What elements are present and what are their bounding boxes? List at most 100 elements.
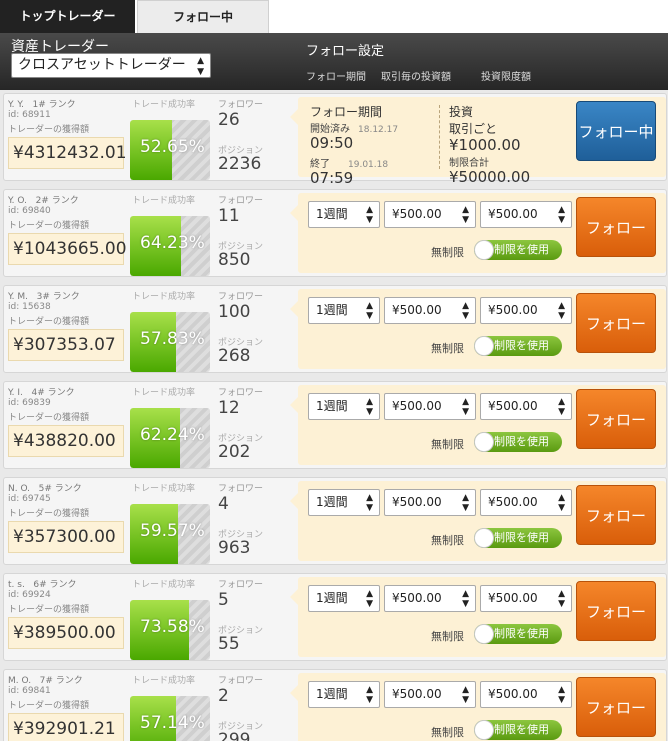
toggle-knob bbox=[474, 240, 494, 260]
earned-amount: ¥1043665.00 bbox=[8, 233, 127, 265]
trader-name: Y. O. bbox=[8, 196, 27, 206]
trader-id: id: 15638 bbox=[8, 302, 51, 312]
period-value: 1週間 bbox=[316, 495, 348, 509]
start-date: 18.12.17 bbox=[358, 125, 399, 135]
follow-settings-panel: 1週間 ▲ ▼ ¥500.00 ▲ ▼ ¥500.00 ▲ ▼ 無制限 制限を使用 フ… bbox=[290, 673, 666, 741]
following-button[interactable]: フォロー中 bbox=[576, 101, 656, 161]
trader-id: id: 69745 bbox=[8, 494, 51, 504]
col-header-limit: 投資限度額 bbox=[481, 72, 531, 83]
period-select[interactable]: 1週間 ▲ ▼ bbox=[308, 489, 380, 516]
amount-value: ¥500.00 bbox=[392, 495, 442, 509]
amount-per-trade-select[interactable]: ¥500.00 ▲ ▼ bbox=[384, 201, 476, 228]
earned-label: トレーダーの獲得額 bbox=[8, 701, 90, 711]
limit-total-amount: ¥50000.00 bbox=[449, 168, 531, 186]
trader-card-6: t. s. 6# ランク id: 69924 トレーダーの獲得額 ¥389500… bbox=[3, 573, 667, 661]
tab-top-traders[interactable]: トップトレーダー bbox=[0, 0, 135, 33]
use-limit-toggle[interactable]: 制限を使用 bbox=[474, 432, 562, 452]
updown-arrow-icon: ▲ ▼ bbox=[366, 301, 373, 321]
investment-limit-select[interactable]: ¥500.00 ▲ ▼ bbox=[480, 681, 572, 708]
success-rate-value: 52.65% bbox=[140, 137, 205, 157]
col-header-period: フォロー期間 bbox=[306, 72, 366, 83]
use-limit-toggle[interactable]: 制限を使用 bbox=[474, 528, 562, 548]
success-rate-value: 64.23% bbox=[140, 233, 205, 253]
use-limit-toggle[interactable]: 制限を使用 bbox=[474, 240, 562, 260]
use-limit-toggle[interactable]: 制限を使用 bbox=[474, 720, 562, 740]
investment-limit-select[interactable]: ¥500.00 ▲ ▼ bbox=[480, 585, 572, 612]
trader-category-value: クロスアセットトレーダー bbox=[18, 57, 186, 73]
positions-count: 299 bbox=[218, 730, 251, 741]
follow-settings-panel: 1週間 ▲ ▼ ¥500.00 ▲ ▼ ¥500.00 ▲ ▼ 無制限 制限を使用 フ… bbox=[290, 385, 666, 465]
period-select[interactable]: 1週間 ▲ ▼ bbox=[308, 585, 380, 612]
success-rate-gauge: 73.58% bbox=[130, 600, 210, 660]
updown-arrow-icon: ▲ ▼ bbox=[366, 589, 373, 609]
per-trade-label: 取引ごと bbox=[449, 122, 498, 136]
investment-limit-select[interactable]: ¥500.00 ▲ ▼ bbox=[480, 201, 572, 228]
success-rate-gauge: 59.57% bbox=[130, 504, 210, 564]
investment-limit-select[interactable]: ¥500.00 ▲ ▼ bbox=[480, 489, 572, 516]
followers-count: 12 bbox=[218, 398, 240, 418]
no-limit-label: 無制限 bbox=[431, 342, 464, 355]
trader-rank: 3# ランク bbox=[36, 292, 80, 302]
success-rate-label: トレード成功率 bbox=[132, 100, 196, 110]
success-rate-value: 57.14% bbox=[140, 713, 205, 733]
follow-button[interactable]: フォロー bbox=[576, 197, 656, 257]
follow-button[interactable]: フォロー bbox=[576, 677, 656, 737]
investment-limit-select[interactable]: ¥500.00 ▲ ▼ bbox=[480, 297, 572, 324]
period-value: 1週間 bbox=[316, 687, 348, 701]
amount-value: ¥500.00 bbox=[392, 399, 442, 413]
follow-period-title: フォロー期間 bbox=[310, 105, 383, 119]
amount-per-trade-select[interactable]: ¥500.00 ▲ ▼ bbox=[384, 585, 476, 612]
followers-label: フォロワー bbox=[218, 484, 264, 494]
earned-label: トレーダーの獲得額 bbox=[8, 317, 90, 327]
amount-value: ¥500.00 bbox=[392, 303, 442, 317]
follow-button[interactable]: フォロー bbox=[576, 389, 656, 449]
earned-label: トレーダーの獲得額 bbox=[8, 413, 90, 423]
period-select[interactable]: 1週間 ▲ ▼ bbox=[308, 681, 380, 708]
trader-name: Y. Y. bbox=[8, 100, 24, 110]
limit-value: ¥500.00 bbox=[488, 207, 538, 221]
period-select[interactable]: 1週間 ▲ ▼ bbox=[308, 297, 380, 324]
per-trade-amount: ¥1000.00 bbox=[449, 136, 521, 154]
followers-count: 11 bbox=[218, 206, 240, 226]
trader-category-select[interactable]: クロスアセットトレーダー ▲ ▼ bbox=[11, 53, 211, 78]
trader-name: Y. M. bbox=[8, 292, 29, 302]
followers-count: 4 bbox=[218, 494, 229, 514]
trader-name: t. s. bbox=[8, 580, 25, 590]
amount-per-trade-select[interactable]: ¥500.00 ▲ ▼ bbox=[384, 681, 476, 708]
use-limit-toggle[interactable]: 制限を使用 bbox=[474, 336, 562, 356]
follow-settings-panel: 1週間 ▲ ▼ ¥500.00 ▲ ▼ ¥500.00 ▲ ▼ 無制限 制限を使用 フ… bbox=[290, 289, 666, 369]
follow-button[interactable]: フォロー bbox=[576, 485, 656, 545]
success-rate-label: トレード成功率 bbox=[132, 196, 196, 206]
amount-per-trade-select[interactable]: ¥500.00 ▲ ▼ bbox=[384, 297, 476, 324]
amount-per-trade-select[interactable]: ¥500.00 ▲ ▼ bbox=[384, 393, 476, 420]
trader-name-rank: N. O. 5# ランク bbox=[8, 481, 82, 494]
period-select[interactable]: 1週間 ▲ ▼ bbox=[308, 201, 380, 228]
updown-arrow-icon: ▲ ▼ bbox=[558, 589, 565, 609]
follow-button[interactable]: フォロー bbox=[576, 293, 656, 353]
earned-amount: ¥438820.00 bbox=[8, 425, 124, 457]
follow-button[interactable]: フォロー bbox=[576, 581, 656, 641]
success-rate-label: トレード成功率 bbox=[132, 292, 196, 302]
updown-arrow-icon: ▲ ▼ bbox=[366, 493, 373, 513]
trader-id: id: 69924 bbox=[8, 590, 51, 600]
updown-arrow-icon: ▲ ▼ bbox=[462, 685, 469, 705]
earned-amount: ¥4312432.01 bbox=[8, 137, 127, 169]
tab-following[interactable]: フォロー中 bbox=[137, 0, 269, 33]
use-limit-toggle[interactable]: 制限を使用 bbox=[474, 624, 562, 644]
trader-card-7: M. O. 7# ランク id: 69841 トレーダーの獲得額 ¥392901… bbox=[3, 669, 667, 741]
earned-label: トレーダーの獲得額 bbox=[8, 509, 90, 519]
earned-label: トレーダーの獲得額 bbox=[8, 125, 90, 135]
updown-arrow-icon: ▲ ▼ bbox=[197, 56, 204, 77]
period-select[interactable]: 1週間 ▲ ▼ bbox=[308, 393, 380, 420]
trader-name: Y. I. bbox=[8, 388, 23, 398]
followers-label: フォロワー bbox=[218, 388, 264, 398]
follow-period-info: フォロー期間 開始済み 18.12.17 09:50 終了 19.01.18 07:… bbox=[310, 103, 398, 187]
amount-value: ¥500.00 bbox=[392, 591, 442, 605]
investment-limit-select[interactable]: ¥500.00 ▲ ▼ bbox=[480, 393, 572, 420]
investment-title: 投資 bbox=[449, 105, 474, 119]
updown-arrow-icon: ▲ ▼ bbox=[462, 397, 469, 417]
updown-arrow-icon: ▲ ▼ bbox=[462, 205, 469, 225]
trader-name-rank: Y. O. 2# ランク bbox=[8, 193, 79, 206]
earned-label: トレーダーの獲得額 bbox=[8, 605, 90, 615]
amount-per-trade-select[interactable]: ¥500.00 ▲ ▼ bbox=[384, 489, 476, 516]
